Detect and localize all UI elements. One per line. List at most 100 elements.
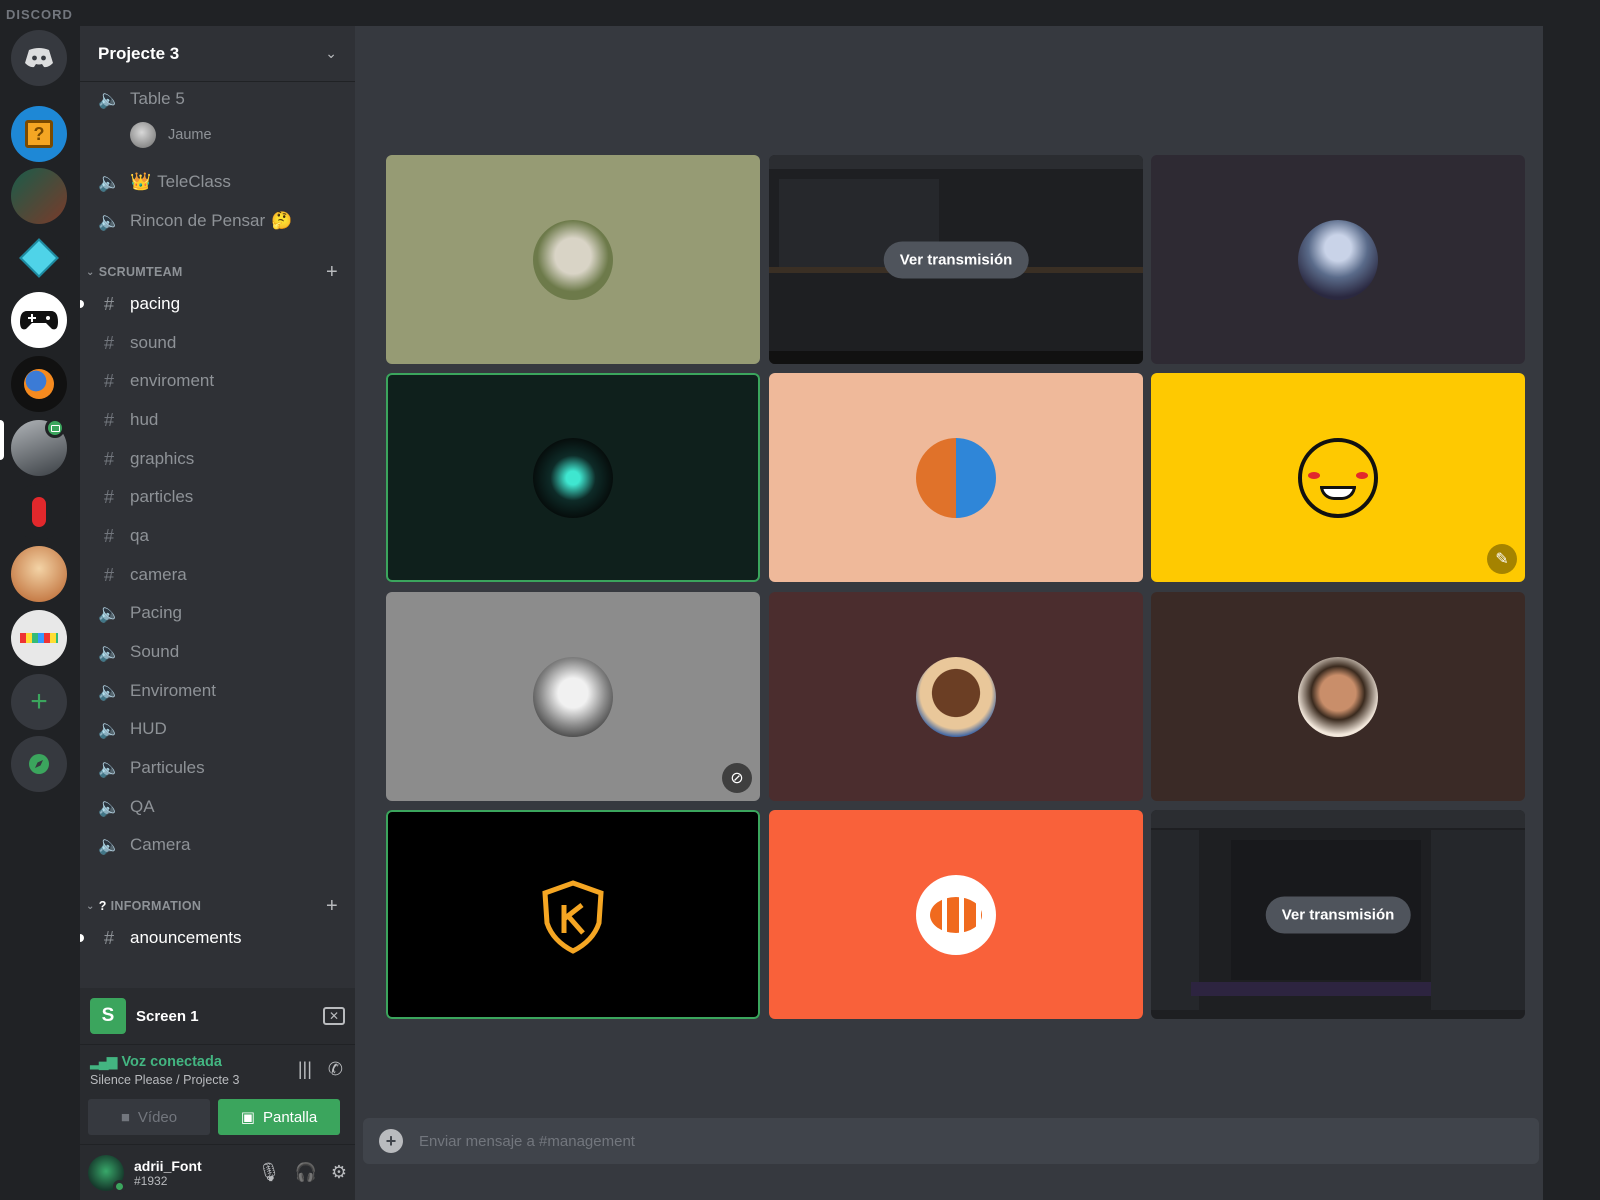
participant-tile-9[interactable] — [1151, 592, 1525, 801]
speaker-icon: 🔈 — [98, 757, 121, 778]
chevron-down-icon: ⌄ — [86, 266, 95, 278]
server-icon-diamond[interactable] — [11, 230, 67, 286]
stream-tile-1[interactable]: Ver transmisión — [769, 155, 1143, 364]
gear-icon[interactable]: ⚙ — [331, 1162, 347, 1183]
participant-tile-5[interactable] — [769, 373, 1143, 582]
monitor-icon: ▣ — [240, 1109, 255, 1126]
participant-tile-11[interactable] — [769, 810, 1143, 1019]
channel-label: QA — [130, 797, 155, 816]
screen-share-badge-icon — [45, 418, 65, 438]
speaker-icon: 🔈 — [98, 171, 121, 192]
text-channel-pacing[interactable]: # pacing — [98, 289, 180, 319]
server-icon-question-block[interactable]: ? — [11, 106, 67, 162]
voice-channel-pacing[interactable]: 🔈 Pacing — [98, 598, 182, 628]
category-information[interactable]: ⌄ ? INFORMATION + — [86, 895, 348, 918]
message-input-bar[interactable]: + Enviar mensaje a #management — [363, 1118, 1539, 1164]
category-scrumteam[interactable]: ⌄ SCRUMTEAM + — [86, 261, 348, 284]
watch-stream-button[interactable]: Ver transmisión — [883, 241, 1029, 278]
participant-tile-3[interactable] — [1151, 155, 1525, 364]
chevron-down-icon[interactable]: ⌄ — [325, 45, 337, 62]
speaker-icon: 🔈 — [98, 210, 121, 231]
speaker-icon: 🔈 — [98, 88, 121, 109]
headphones-icon[interactable]: 🎧 — [294, 1162, 316, 1183]
server-icon-firefox[interactable] — [11, 356, 67, 412]
text-channel-sound[interactable]: # sound — [98, 328, 176, 358]
participant-tile-1[interactable] — [386, 155, 760, 364]
channel-label: Pacing — [130, 603, 182, 622]
voice-channel-rincon[interactable]: 🔈 Rincon de Pensar 🤔 — [98, 206, 292, 236]
text-channel-particles[interactable]: # particles — [98, 482, 193, 512]
voice-channel-table5[interactable]: 🔈 Table 5 — [98, 84, 185, 114]
voice-channel-particules[interactable]: 🔈 Particules — [98, 753, 205, 783]
voice-channel-camera[interactable]: 🔈 Camera — [98, 830, 190, 860]
noise-suppression-icon[interactable]: ||| — [298, 1059, 312, 1080]
participant-tile-8[interactable] — [769, 592, 1143, 801]
unread-indicator — [80, 300, 84, 308]
unread-indicator — [80, 934, 84, 942]
cheek-icon — [1356, 471, 1368, 479]
hash-icon: # — [103, 332, 114, 353]
category-label: SCRUMTEAM — [98, 265, 183, 279]
text-channel-camera[interactable]: # camera — [98, 560, 187, 590]
watch-stream-button[interactable]: Ver transmisión — [1265, 896, 1411, 933]
crown-emoji: 👑 — [130, 172, 152, 191]
stop-stream-icon[interactable]: ✕ — [323, 1007, 345, 1025]
guild-header[interactable]: Projecte 3 ⌄ — [80, 26, 355, 82]
rainbow-stripes-icon — [20, 633, 58, 643]
discord-logo-icon — [25, 48, 53, 68]
add-channel-plus-icon[interactable]: + — [326, 895, 338, 918]
hash-icon: # — [103, 525, 114, 546]
avatar[interactable] — [88, 1154, 126, 1193]
channel-label: TeleClass — [157, 172, 231, 191]
add-server-button[interactable]: + — [11, 674, 67, 730]
text-channel-anouncements[interactable]: # anouncements — [98, 923, 242, 953]
message-input-placeholder[interactable]: Enviar mensaje a #management — [419, 1133, 635, 1150]
voice-channel-sound[interactable]: 🔈 Sound — [98, 637, 179, 667]
server-icon-maker-lab[interactable] — [11, 610, 67, 666]
participant-tile-4[interactable] — [386, 373, 760, 582]
explore-servers-button[interactable] — [11, 736, 67, 792]
screen-share-button[interactable]: ▣ Pantalla — [218, 1099, 340, 1135]
disconnect-call-icon[interactable]: ✆ — [328, 1059, 343, 1080]
channel-label: hud — [130, 410, 159, 429]
channel-label: Particules — [130, 758, 205, 777]
server-icon-gamepad[interactable] — [11, 292, 67, 348]
firefox-icon — [24, 369, 54, 399]
voice-channel-qa[interactable]: 🔈 QA — [98, 792, 155, 822]
voice-channel-hud[interactable]: 🔈 HUD — [98, 714, 167, 744]
video-button[interactable]: ■ Vídeo — [88, 1099, 210, 1135]
guild-name: Projecte 3 — [98, 43, 180, 63]
server-icon-pepper[interactable] — [11, 484, 67, 540]
add-channel-plus-icon[interactable]: + — [326, 261, 338, 284]
participant-tile-7[interactable]: ⊘ — [386, 592, 760, 801]
server-icon-portrait[interactable] — [11, 546, 67, 602]
title-bar: DISCORD — [0, 0, 1600, 26]
text-channel-enviroment[interactable]: # enviroment — [98, 366, 214, 396]
voice-grid-area: Ver transmisión ✎ ⊘ Ver transmisión + En… — [355, 26, 1543, 1200]
avatar — [533, 437, 613, 518]
participant-tile-10[interactable] — [386, 810, 760, 1019]
camera-icon: ■ — [120, 1108, 130, 1126]
text-channel-hud[interactable]: # hud — [98, 405, 158, 435]
voice-user-jaume[interactable]: Jaume — [130, 122, 212, 148]
home-button[interactable] — [11, 30, 67, 86]
participant-tile-6[interactable]: ✎ — [1151, 373, 1525, 582]
avatar — [916, 437, 996, 518]
text-channel-graphics[interactable]: # graphics — [98, 444, 194, 474]
voice-channel-enviroment[interactable]: 🔈 Enviroment — [98, 676, 216, 706]
avatar — [533, 219, 613, 300]
attach-plus-icon[interactable]: + — [379, 1129, 403, 1153]
hash-icon: # — [103, 927, 114, 948]
voice-channel-teleclass[interactable]: 🔈 👑 TeleClass — [98, 167, 231, 197]
muted-mic-icon: ✎ — [1487, 544, 1517, 574]
clownfish-icon — [930, 896, 982, 933]
text-channel-qa[interactable]: # qa — [98, 521, 149, 551]
username: adrii_Font — [134, 1157, 202, 1174]
speaker-icon: 🔈 — [98, 680, 121, 701]
gamepad-icon — [20, 311, 58, 330]
server-icon-2[interactable] — [11, 168, 67, 224]
hash-icon: # — [103, 448, 114, 469]
microphone-icon[interactable]: 🎙 — [258, 1162, 281, 1183]
channel-label: Enviroment — [130, 681, 216, 700]
stream-tile-2[interactable]: Ver transmisión — [1151, 810, 1525, 1019]
